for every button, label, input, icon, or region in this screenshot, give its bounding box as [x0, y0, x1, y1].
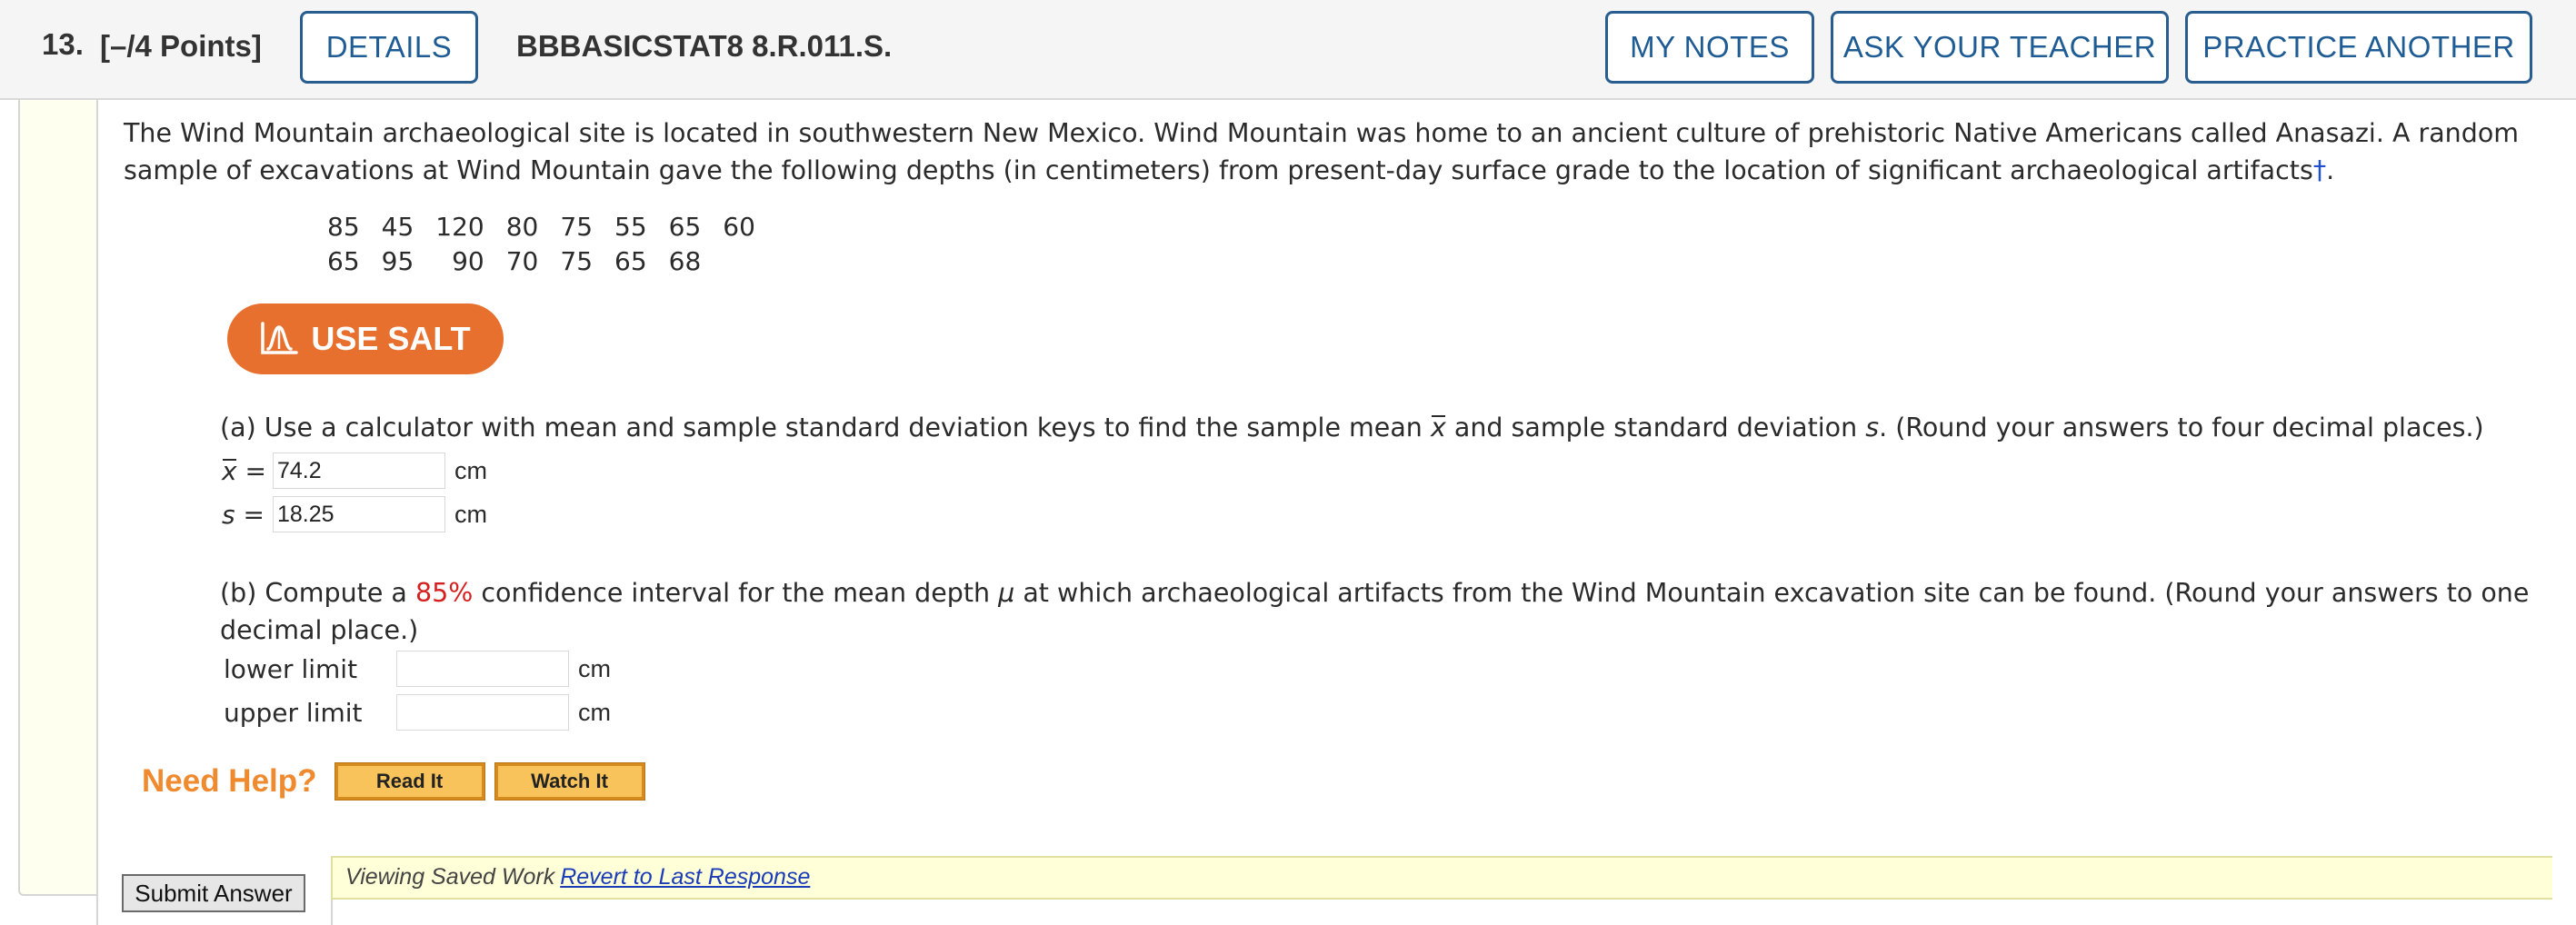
lower-limit-row: lower limit cm — [224, 651, 611, 687]
question-code: BBBASICSTAT8 8.R.011.S. — [516, 29, 893, 63]
question-header: 13. [–/4 Points] DETAILS BBBASICSTAT8 8.… — [0, 0, 2576, 100]
sd-unit: cm — [454, 500, 487, 528]
lower-limit-unit: cm — [578, 654, 611, 682]
mean-label: x = — [222, 455, 266, 486]
data-cell: 65 — [614, 245, 647, 276]
saved-work-banner: Viewing Saved Work Revert to Last Respons… — [331, 856, 2552, 900]
data-cell: 95 — [381, 245, 414, 276]
mean-row: x = 74.2 cm — [222, 453, 487, 489]
details-button[interactable]: DETAILS — [300, 11, 478, 84]
xbar-symbol: x — [1430, 413, 1446, 443]
data-cell: 75 — [560, 245, 594, 276]
need-help-label: Need Help? — [142, 763, 317, 799]
data-cell: 85 — [327, 211, 360, 242]
part-a-text-mid: and sample standard deviation — [1445, 413, 1866, 443]
question-number: 13. — [42, 27, 84, 61]
need-help-bar: Need Help? Read It Watch It — [142, 762, 655, 801]
part-a-text: (a) Use a calculator with mean and sampl… — [220, 413, 1431, 443]
read-it-button[interactable]: Read It — [334, 762, 485, 801]
data-cell — [712, 244, 766, 278]
upper-limit-label: upper limit — [224, 697, 363, 728]
data-cell: 80 — [505, 211, 539, 242]
confidence-level: 85% — [414, 578, 474, 608]
data-table: 85 45 120 80 75 55 65 60 65 95 90 70 75 … — [316, 209, 766, 278]
sd-label: s = — [222, 499, 265, 530]
my-notes-button[interactable]: MY NOTES — [1605, 11, 1814, 84]
part-a-text-end: . (Round your answers to four decimal pl… — [1879, 413, 2484, 443]
submit-answer-button[interactable]: Submit Answer — [122, 874, 305, 912]
viewing-saved-text: Viewing Saved Work Revert to Last Respons… — [345, 864, 811, 890]
intro-end: . — [2326, 155, 2335, 185]
mean-unit: cm — [454, 456, 487, 484]
data-cell: 60 — [723, 211, 755, 242]
upper-limit-input[interactable] — [396, 694, 569, 731]
intro-paragraph: The Wind Mountain archaeological site is… — [124, 114, 2541, 189]
lower-limit-input[interactable] — [396, 651, 569, 687]
part-b-prompt: (b) Compute a 85% confidence interval fo… — [220, 574, 2547, 649]
upper-limit-unit: cm — [578, 698, 611, 726]
data-cell: 45 — [381, 211, 414, 242]
upper-limit-row: upper limit cm — [224, 694, 611, 731]
salt-chart-icon — [261, 322, 299, 354]
intro-text: The Wind Mountain archaeological site is… — [124, 118, 2520, 185]
use-salt-label: USE SALT — [311, 320, 471, 357]
ask-your-teacher-button[interactable]: ASK YOUR TEACHER — [1831, 11, 2169, 84]
data-cell: 55 — [614, 211, 647, 242]
points-label: [–/4 Points] — [100, 29, 262, 63]
data-cell: 65 — [327, 245, 360, 276]
data-cell: 70 — [505, 245, 539, 276]
mean-input[interactable]: 74.2 — [273, 453, 445, 489]
part-b-text-mid: confidence interval for the mean depth — [473, 578, 999, 608]
revert-link[interactable]: Revert to Last Response — [560, 864, 810, 890]
data-cell: 120 — [435, 211, 484, 242]
data-cell: 90 — [452, 245, 484, 276]
data-row: 65 95 90 70 75 65 68 — [316, 244, 766, 278]
s-symbol: s — [1865, 413, 1880, 443]
practice-another-button[interactable]: PRACTICE ANOTHER — [2185, 11, 2532, 84]
part-a-prompt: (a) Use a calculator with mean and sampl… — [220, 413, 2547, 443]
lower-limit-label: lower limit — [224, 653, 358, 684]
sd-row: s = 18.25 cm — [222, 496, 487, 532]
data-cell: 65 — [668, 211, 702, 242]
data-cell: 75 — [560, 211, 594, 242]
sd-input[interactable]: 18.25 — [273, 496, 445, 532]
question-body: The Wind Mountain archaeological site is… — [96, 100, 2552, 925]
data-cell: 68 — [668, 245, 702, 276]
watch-it-button[interactable]: Watch It — [494, 762, 645, 801]
footnote-link[interactable]: † — [2313, 155, 2326, 185]
divider — [331, 900, 333, 925]
mu-symbol: μ — [998, 578, 1015, 608]
part-b-text: (b) Compute a — [220, 578, 415, 608]
data-row: 85 45 120 80 75 55 65 60 — [316, 209, 766, 244]
use-salt-button[interactable]: USE SALT — [227, 303, 504, 374]
